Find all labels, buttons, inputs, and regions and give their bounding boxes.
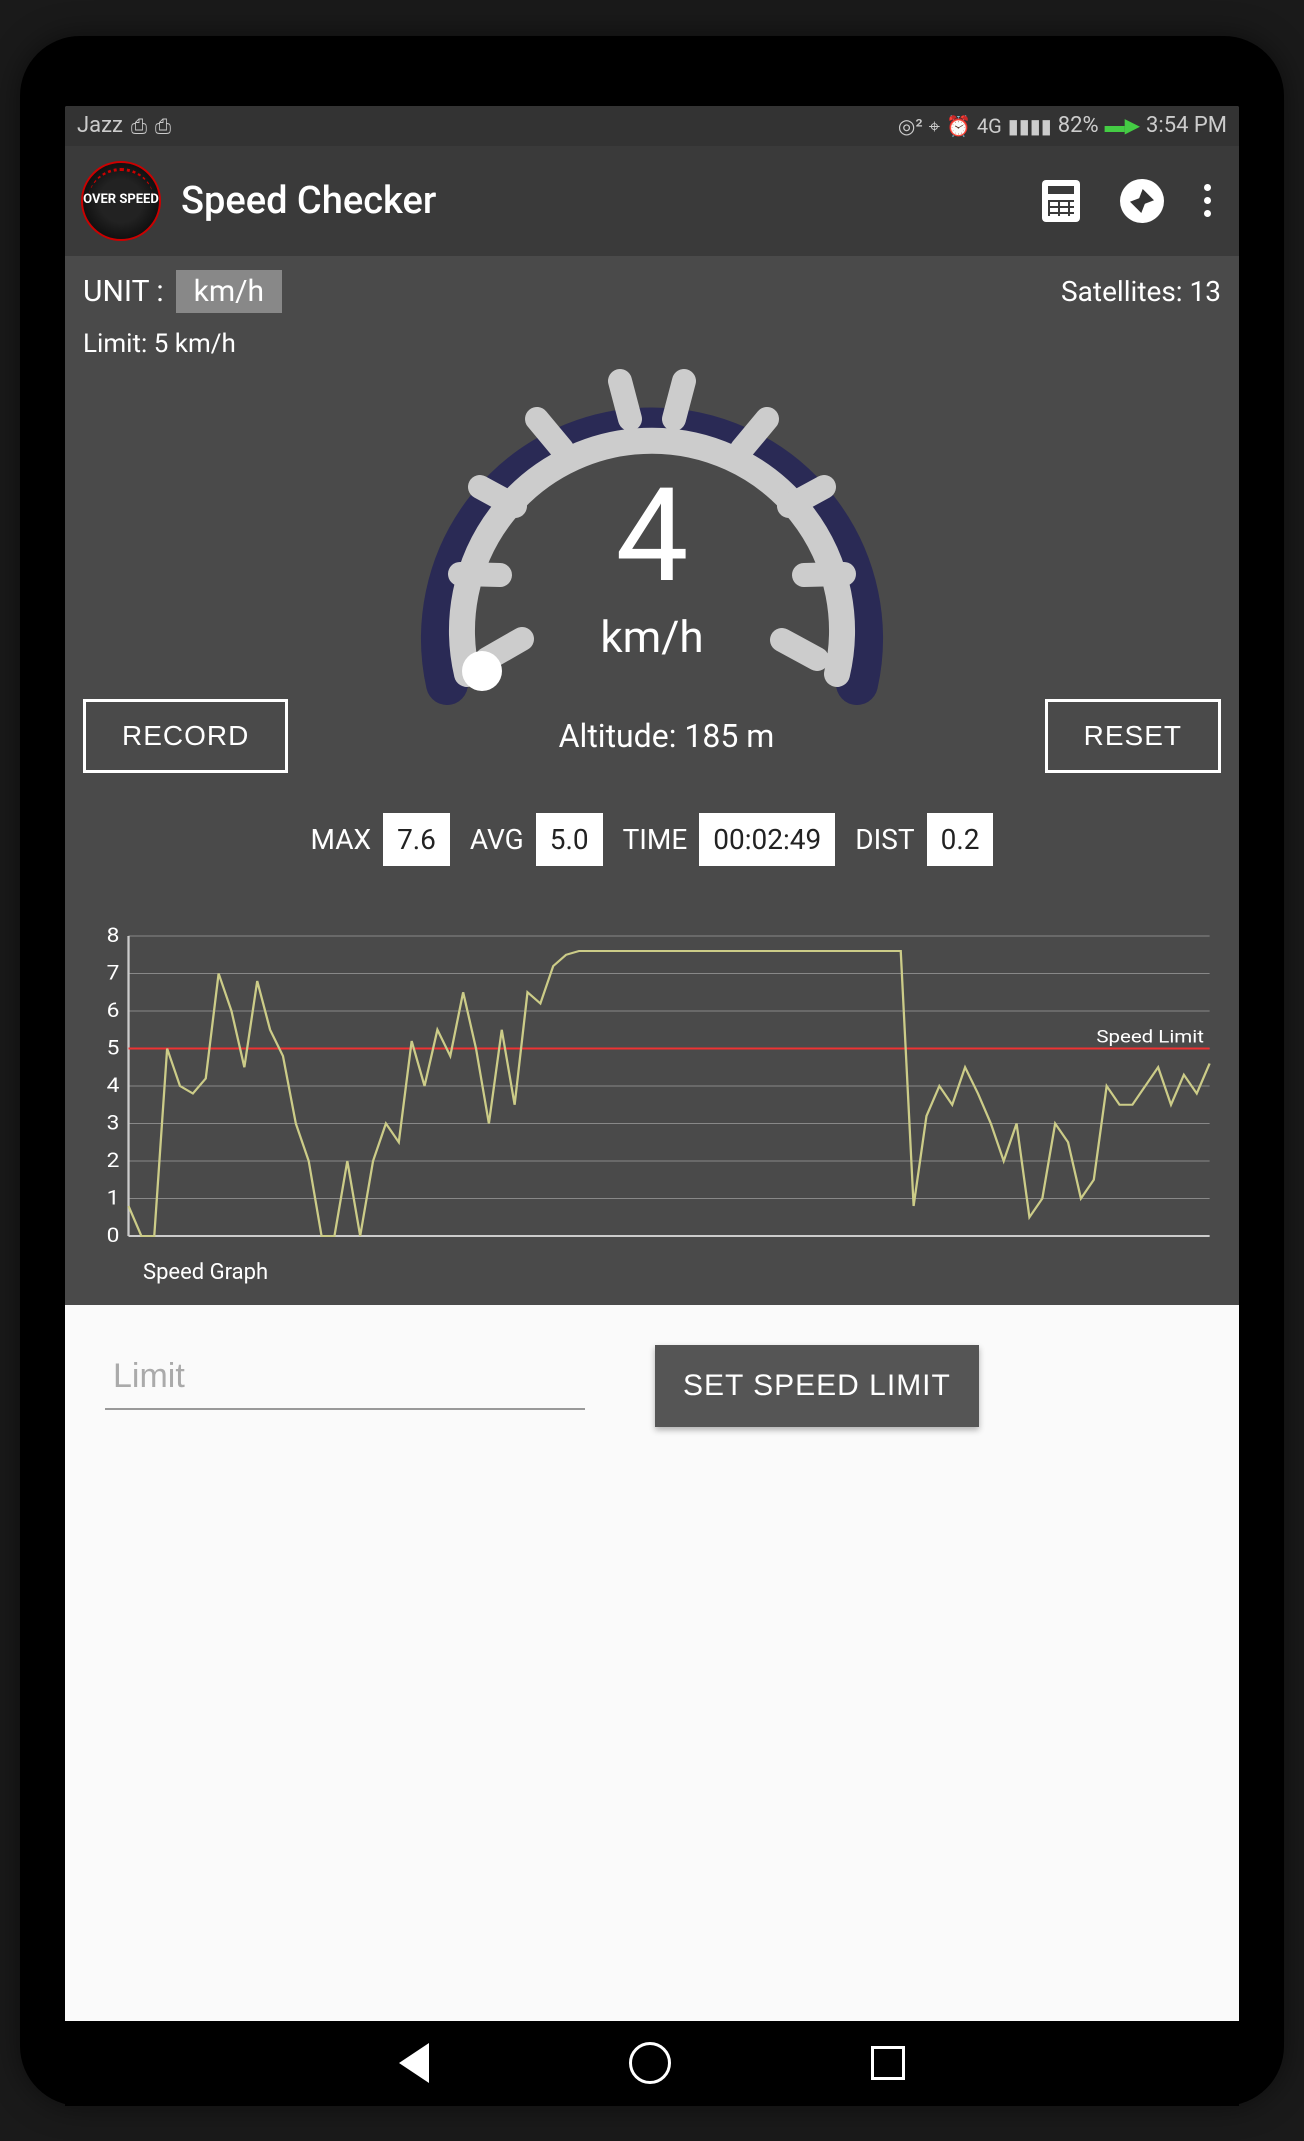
svg-text:2: 2 — [107, 1149, 120, 1172]
nav-recent-icon[interactable] — [871, 2046, 905, 2080]
location-icon: ⌖ — [929, 114, 940, 138]
set-speed-limit-button[interactable]: SET SPEED LIMIT — [655, 1345, 979, 1427]
chart-title: Speed Graph — [143, 1260, 1221, 1285]
main-content: UNIT : km/h Satellites: 13 Limit: 5 km/h — [65, 256, 1239, 2026]
speed-graph: 0 1 2 3 4 5 6 7 8 Speed Limit — [83, 926, 1221, 1256]
screen: Jazz ⎙ ⎙ ◎² ⌖ ⏰ 4G ▮▮▮▮ 82% ▬▶ 3:54 PM O… — [65, 106, 1239, 2026]
battery-percent: 82% — [1058, 113, 1099, 138]
unit-selector[interactable]: km/h — [176, 270, 282, 313]
app-title: Speed Checker — [181, 179, 1022, 223]
android-nav-bar — [65, 2021, 1239, 2106]
usb-icon: ⎙ — [131, 114, 147, 138]
speed-value: 4 — [600, 471, 703, 601]
unit-label: UNIT : — [83, 274, 164, 309]
svg-text:4: 4 — [107, 1074, 120, 1097]
chart-section: 0 1 2 3 4 5 6 7 8 Speed Limit Speed Graph — [65, 896, 1239, 1305]
clock: 3:54 PM — [1146, 113, 1227, 138]
menu-overflow-icon[interactable] — [1204, 184, 1211, 217]
svg-text:0: 0 — [107, 1224, 120, 1247]
svg-text:5: 5 — [107, 1036, 120, 1059]
compass-icon[interactable] — [1120, 179, 1164, 223]
status-bar: Jazz ⎙ ⎙ ◎² ⌖ ⏰ 4G ▮▮▮▮ 82% ▬▶ 3:54 PM — [65, 106, 1239, 146]
max-label: MAX — [311, 823, 372, 856]
nav-home-icon[interactable] — [629, 2042, 671, 2084]
speedometer-gauge: 4 km/h — [65, 319, 1239, 759]
calculator-icon[interactable] — [1042, 180, 1080, 222]
battery-icon: ▬▶ — [1105, 113, 1140, 138]
satellites-label: Satellites: 13 — [1061, 275, 1221, 308]
svg-text:Speed Limit: Speed Limit — [1096, 1025, 1204, 1046]
network-icon: 4G — [977, 114, 1002, 138]
alarm-icon: ⏰ — [946, 114, 971, 138]
app-bar: OVER SPEED Speed Checker — [65, 146, 1239, 256]
app-actions — [1042, 179, 1211, 223]
status-left: Jazz ⎙ ⎙ — [77, 113, 171, 138]
app-logo-icon: OVER SPEED — [81, 161, 161, 241]
limit-input[interactable] — [105, 1345, 585, 1410]
svg-text:8: 8 — [107, 926, 120, 948]
svg-text:3: 3 — [107, 1111, 120, 1134]
svg-text:1: 1 — [107, 1186, 120, 1209]
unit-section: UNIT : km/h — [83, 270, 282, 313]
svg-text:6: 6 — [107, 999, 120, 1022]
info-row: UNIT : km/h Satellites: 13 — [65, 256, 1239, 313]
hotspot-icon: ◎² — [898, 114, 923, 138]
status-right: ◎² ⌖ ⏰ 4G ▮▮▮▮ 82% ▬▶ 3:54 PM — [898, 113, 1227, 138]
nav-back-icon[interactable] — [399, 2043, 429, 2083]
dist-value: 0.2 — [927, 813, 994, 866]
signal-icon: ▮▮▮▮ — [1008, 114, 1052, 138]
tablet-frame: Jazz ⎙ ⎙ ◎² ⌖ ⏰ 4G ▮▮▮▮ 82% ▬▶ 3:54 PM O… — [20, 36, 1284, 2106]
svg-text:7: 7 — [107, 961, 120, 984]
usb-icon-2: ⎙ — [155, 114, 171, 138]
carrier-label: Jazz — [77, 113, 123, 138]
input-section: SET SPEED LIMIT — [65, 1305, 1239, 2026]
speed-unit: km/h — [600, 611, 703, 663]
